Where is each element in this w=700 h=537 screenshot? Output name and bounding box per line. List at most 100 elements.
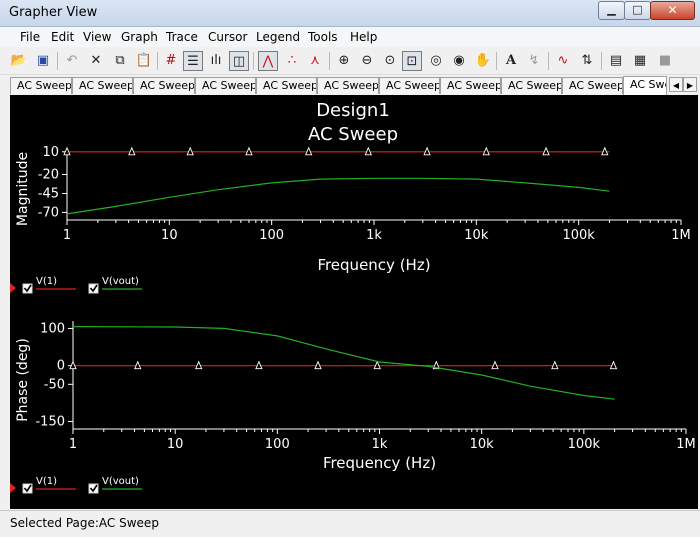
y-tick-label: 100 [40, 321, 65, 336]
save-icon[interactable]: ▣ [33, 51, 53, 71]
x-tick-label: 1M [676, 437, 696, 452]
plot-area: Design1 AC Sweep 1 10 100 1k 10k 100k 1M 10 -20-… [10, 95, 698, 509]
y-tick-label: 10 [42, 145, 59, 160]
tab-ac-sweep[interactable]: AC Sweep [133, 77, 195, 94]
menu-tools[interactable]: Tools [308, 30, 338, 44]
y-tick-label: -20 [38, 168, 59, 183]
legend-label: V(1) [36, 476, 57, 487]
pan-icon[interactable]: ✋ [473, 51, 493, 71]
y-tick-label: -70 [38, 205, 59, 220]
toolbar-separator [548, 52, 549, 70]
points-trace-icon[interactable]: ∴ [282, 51, 302, 71]
line-trace-icon[interactable]: ⋀ [258, 51, 278, 71]
zoom-out-icon[interactable]: ⊖ [357, 51, 377, 71]
page-tabs: AC Sweep AC Sweep AC Sweep AC Sweep AC S… [10, 76, 700, 95]
y-tick-label: -45 [38, 186, 59, 201]
toolbar-separator [496, 52, 497, 70]
y-tick-label: 0 [57, 359, 65, 374]
page-title: Design1 [316, 100, 390, 121]
legend-active-marker-icon [10, 483, 16, 493]
tab-ac-sweep[interactable]: AC Sweep [10, 77, 72, 94]
grapher-window: Grapher View ▁ □ ✕ File Edit View Graph … [0, 0, 700, 537]
legend-icon[interactable]: ☰ [183, 51, 203, 71]
menu-help[interactable]: Help [350, 30, 377, 44]
x-tick-label: 100k [568, 437, 601, 452]
close-icon: ✕ [667, 3, 678, 17]
plots-svg: Design1 AC Sweep 1 10 100 1k 10k 100k 1M10-20-… [10, 100, 696, 494]
grid-icon[interactable]: # [161, 51, 181, 71]
tab-scroll-right-icon[interactable]: ▶ [683, 77, 697, 92]
undo-icon[interactable]: ↶ [62, 51, 82, 71]
y-axis-label: Magnitude [15, 152, 31, 226]
x-tick-label: 100 [259, 228, 284, 243]
title-bar[interactable]: Grapher View ▁ □ ✕ [0, 0, 700, 27]
y-axis-label: Phase (deg) [15, 338, 31, 422]
zoom-window-icon[interactable]: ⊡ [402, 51, 422, 71]
x-axis-label: Frequency (Hz) [317, 256, 430, 274]
open-icon[interactable]: 📂 [9, 51, 29, 71]
x-tick-label: 1k [366, 228, 382, 243]
zoom-x-icon[interactable]: ◎ [426, 51, 446, 71]
tab-ac-sweep[interactable]: AC Sweep [379, 77, 440, 94]
x-axis-label: Frequency (Hz) [323, 454, 436, 472]
menu-graph[interactable]: Graph [121, 30, 158, 44]
legend-label: V(1) [36, 276, 57, 287]
minimize-button[interactable]: ▁ [598, 1, 625, 20]
tab-ac-sweep[interactable]: AC Sweep [440, 77, 501, 94]
trace-properties-icon[interactable]: ∿ [553, 51, 573, 71]
status-bar: Selected Page:AC Sweep [0, 510, 700, 537]
tab-ac-sweep[interactable]: AC Sweep [501, 77, 562, 94]
maximize-button[interactable]: □ [624, 1, 651, 20]
tab-ac-sweep[interactable]: AC Sweep [72, 77, 133, 94]
paste-icon[interactable]: 📋 [134, 51, 154, 71]
cursor-icon[interactable]: ⇅ [577, 51, 597, 71]
toolbar: 📂 ▣ ↶ ✕ ⧉ 📋 # ☰ ılı ◫ ⋀ ∴ ⋏ ⊕ ⊖ ⊙ ⊡ ◎ ◉ … [0, 48, 700, 75]
series-line-vout [72, 326, 615, 400]
zoom-fit-icon[interactable]: ⊙ [380, 51, 400, 71]
stop-icon[interactable]: ■ [655, 51, 675, 71]
x-tick-label: 1M [671, 228, 691, 243]
minimize-icon: ▁ [607, 3, 616, 16]
x-tick-label: 1 [63, 228, 71, 243]
menu-legend[interactable]: Legend [256, 30, 300, 44]
zoom-in-icon[interactable]: ⊕ [334, 51, 354, 71]
overlay-icon[interactable]: ◫ [229, 51, 249, 71]
print-icon[interactable]: ▦ [630, 51, 650, 71]
copy-icon[interactable]: ⧉ [110, 51, 130, 71]
toolbar-separator [601, 52, 602, 70]
page-subtitle: AC Sweep [308, 124, 398, 145]
x-tick-label: 10k [464, 228, 489, 243]
tab-ac-sweep[interactable]: AC Sweep [256, 77, 317, 94]
y-tick-label: -150 [35, 415, 65, 430]
tab-ac-sweep[interactable]: AC Sweep [562, 77, 623, 94]
x-tick-label: 1k [372, 437, 388, 452]
maximize-icon: □ [632, 3, 643, 16]
export-icon[interactable]: ▤ [606, 51, 626, 71]
close-button[interactable]: ✕ [650, 1, 695, 20]
window-title: Grapher View [9, 5, 98, 20]
tab-ac-sweep[interactable]: AC Sweep [317, 77, 379, 94]
status-text: Selected Page:AC Sweep [10, 516, 159, 530]
toolbar-separator [57, 52, 58, 70]
x-tick-label: 10k [470, 437, 495, 452]
label-icon[interactable]: ↯ [524, 51, 544, 71]
menu-edit[interactable]: Edit [51, 30, 74, 44]
menu-cursor[interactable]: Cursor [208, 30, 247, 44]
line-points-icon[interactable]: ⋏ [305, 51, 325, 71]
menu-file[interactable]: File [20, 30, 40, 44]
magnitude-graph[interactable]: 1 10 100 1k 10k 100k 1M 10 -20 -45 -70 Frequency (H… [10, 145, 691, 294]
zoom-y-icon[interactable]: ◉ [449, 51, 469, 71]
menu-view[interactable]: View [83, 30, 111, 44]
phase-graph[interactable]: 1 10 100 1k 10k 100k 1M 100 0 -50 -150 Frequency (H… [10, 321, 696, 494]
series-line-vout [66, 177, 610, 215]
tab-ac-sweep[interactable]: AC Sweep [195, 77, 256, 94]
menu-trace[interactable]: Trace [166, 30, 198, 44]
text-icon[interactable]: A [501, 51, 521, 71]
x-tick-label: 1 [69, 437, 77, 452]
legend-label: V(vout) [102, 276, 139, 287]
cut-icon[interactable]: ✕ [86, 51, 106, 71]
tick-icon[interactable]: ılı [206, 51, 226, 71]
tab-ac-sweep-active[interactable]: AC Swe [623, 76, 667, 95]
tab-scroll-left-icon[interactable]: ◀ [669, 77, 683, 92]
toolbar-separator [157, 52, 158, 70]
